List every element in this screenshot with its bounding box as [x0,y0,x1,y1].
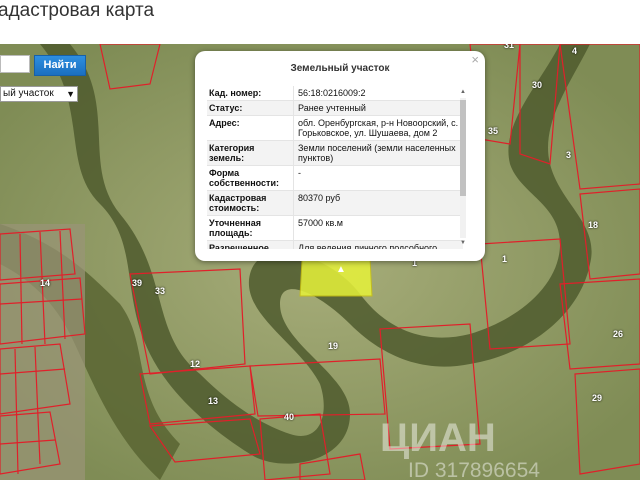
scrollbar-thumb[interactable] [460,100,466,196]
info-row-land-category: Категория земель: Земли поселений (земли… [207,141,463,166]
parcel-number[interactable]: 14 [40,278,50,288]
info-value: Земли поселений (земли населенных пункто… [298,143,456,163]
parcel-number[interactable]: 40 [284,412,294,422]
popup-scrollbar[interactable]: ▲ ▼ [458,88,468,248]
info-label: Категория земель: [207,141,294,165]
parcel-number[interactable]: 12 [190,359,200,369]
info-label: Уточненная площадь: [207,216,294,240]
find-button[interactable]: Найти [34,55,86,76]
info-value: Для ведения личного подсобного [298,243,438,249]
watermark-id: ID 317896654 [408,459,540,480]
layer-select-value: ый участок [3,88,54,99]
parcel-info-table: Кад. номер: 56:18:0216009:2 Статус: Ране… [207,86,463,249]
info-value: 80370 руб [298,193,341,203]
parcel-number[interactable]: 18 [588,220,598,230]
chevron-down-icon: ▼ [66,89,75,99]
parcel-number[interactable]: 1 [502,254,507,264]
watermark-logo: ЦИАН [380,416,496,460]
popup-title: Земельный участок [290,63,390,74]
parcel-number[interactable]: 26 [613,329,623,339]
info-label: Статус: [207,101,294,115]
close-icon[interactable]: × [471,52,479,67]
info-row-permitted-use: Разрешенное Для ведения личного подсобно… [207,241,463,249]
parcel-number[interactable]: 35 [488,126,498,136]
page-header: адастровая карта [0,0,640,44]
info-row-status: Статус: Ранее учтенный [207,101,463,116]
info-value: 56:18:0216009:2 [298,88,366,98]
info-label: Кад. номер: [207,86,294,100]
info-row-area: Уточненная площадь: 57000 кв.м [207,216,463,241]
parcel-number[interactable]: 30 [532,80,542,90]
scroll-down-icon[interactable]: ▼ [458,239,468,248]
info-row-cadastral-value: Кадастровая стоимость: 80370 руб [207,191,463,216]
page-title: адастровая карта [0,0,155,21]
info-value: 57000 кв.м [298,218,343,228]
scroll-up-icon[interactable]: ▲ [458,88,468,97]
parcel-number[interactable]: 3 [566,150,571,160]
info-label: Адрес: [207,116,294,140]
parcel-number[interactable]: 13 [208,396,218,406]
info-row-cadastral-number: Кад. номер: 56:18:0216009:2 [207,86,463,101]
info-label: Разрешенное [207,241,294,249]
info-label: Кадастровая стоимость: [207,191,294,215]
parcel-info-popup: Земельный участок × Кад. номер: 56:18:02… [195,51,485,261]
info-value: Ранее учтенный [298,103,366,113]
parcel-number[interactable]: 39 [132,278,142,288]
parcel-number[interactable]: 4 [572,46,577,56]
info-label: Форма собственности: [207,166,294,190]
layer-select[interactable]: ый участок ▼ [0,86,78,102]
info-value: обл. Оренбургская, р-н Новоорский, с. Го… [298,118,459,138]
parcel-number[interactable]: 19 [328,341,338,351]
search-input[interactable] [0,55,30,73]
info-row-address: Адрес: обл. Оренбургская, р-н Новоорский… [207,116,463,141]
parcel-number[interactable]: 29 [592,393,602,403]
parcel-number[interactable]: 33 [155,286,165,296]
info-value: - [298,168,301,178]
parcel-number[interactable]: 31 [504,44,514,50]
info-row-ownership: Форма собственности: - [207,166,463,191]
map-marker-icon[interactable]: ▲ [336,264,346,275]
